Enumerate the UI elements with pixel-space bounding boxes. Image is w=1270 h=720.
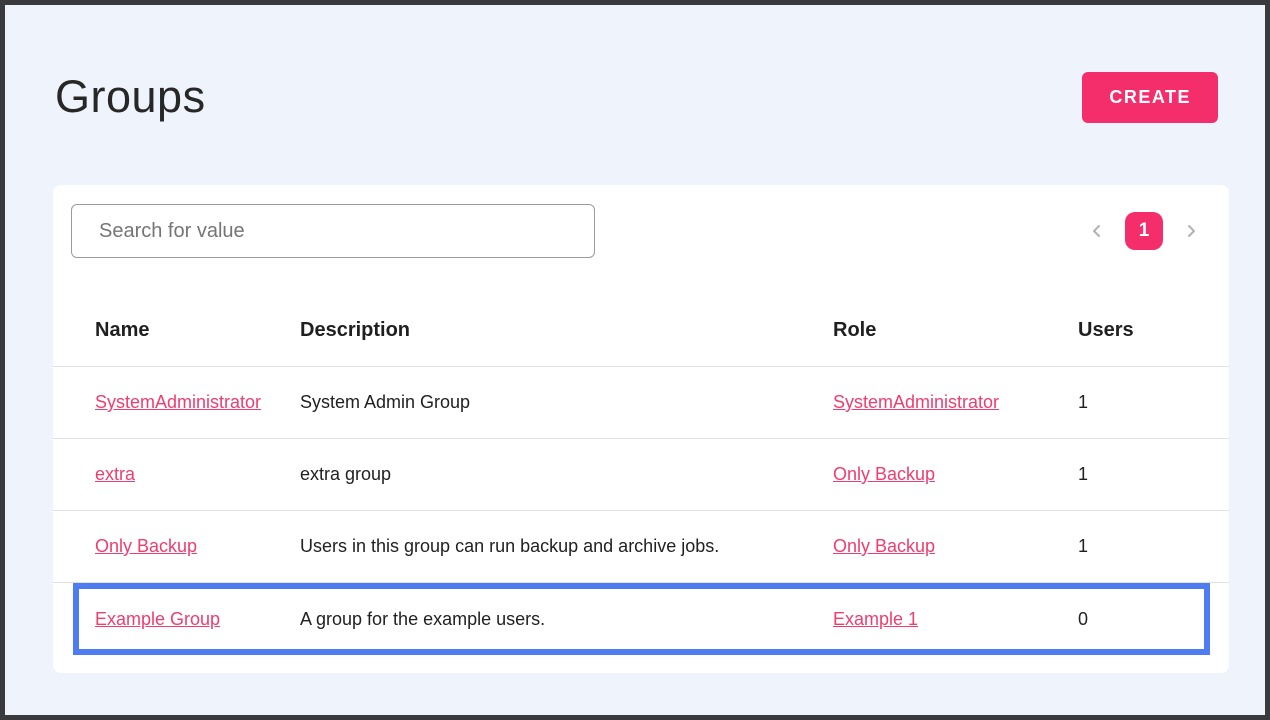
table-header-row: Name Description Role Users	[53, 295, 1229, 367]
group-name-link[interactable]: SystemAdministrator	[95, 392, 261, 412]
pagination: 1	[1083, 212, 1205, 250]
page-title: Groups	[55, 71, 206, 123]
group-description: System Admin Group	[300, 392, 833, 413]
group-name-link[interactable]: Only Backup	[95, 536, 197, 556]
table-row: extra extra group Only Backup 1	[53, 439, 1229, 511]
group-users-count: 0	[1078, 609, 1229, 630]
group-users-count: 1	[1078, 392, 1229, 413]
group-users-count: 1	[1078, 536, 1229, 557]
group-role-link[interactable]: Only Backup	[833, 464, 935, 484]
table-row: SystemAdministrator System Admin Group S…	[53, 367, 1229, 439]
group-description: extra group	[300, 464, 833, 485]
groups-card: 1 Name Description Role Users SystemAdmi…	[53, 185, 1229, 673]
group-role-link[interactable]: Only Backup	[833, 536, 935, 556]
group-users-count: 1	[1078, 464, 1229, 485]
column-header-description: Description	[300, 319, 833, 342]
group-role-link[interactable]: SystemAdministrator	[833, 392, 999, 412]
column-header-users: Users	[1078, 319, 1229, 342]
column-header-role: Role	[833, 319, 1078, 342]
group-description: Users in this group can run backup and a…	[300, 536, 833, 557]
groups-table: Name Description Role Users SystemAdmini…	[53, 295, 1229, 673]
group-name-link[interactable]: Example Group	[95, 609, 220, 629]
table-row-highlighted: Example Group A group for the example us…	[53, 583, 1229, 655]
page-header: Groups CREATE	[55, 71, 1218, 123]
group-name-link[interactable]: extra	[95, 464, 135, 484]
chevron-left-icon[interactable]	[1083, 217, 1111, 245]
chevron-right-icon[interactable]	[1177, 217, 1205, 245]
group-description: A group for the example users.	[300, 609, 833, 630]
group-role-link[interactable]: Example 1	[833, 609, 918, 629]
search-input[interactable]	[71, 204, 595, 258]
card-toolbar: 1	[71, 204, 1205, 258]
column-header-name: Name	[53, 319, 300, 342]
table-row: Only Backup Users in this group can run …	[53, 511, 1229, 583]
current-page-badge[interactable]: 1	[1125, 212, 1163, 250]
groups-page: { "page": { "title": "Groups" }, "toolba…	[0, 0, 1270, 720]
create-button[interactable]: CREATE	[1082, 72, 1218, 123]
